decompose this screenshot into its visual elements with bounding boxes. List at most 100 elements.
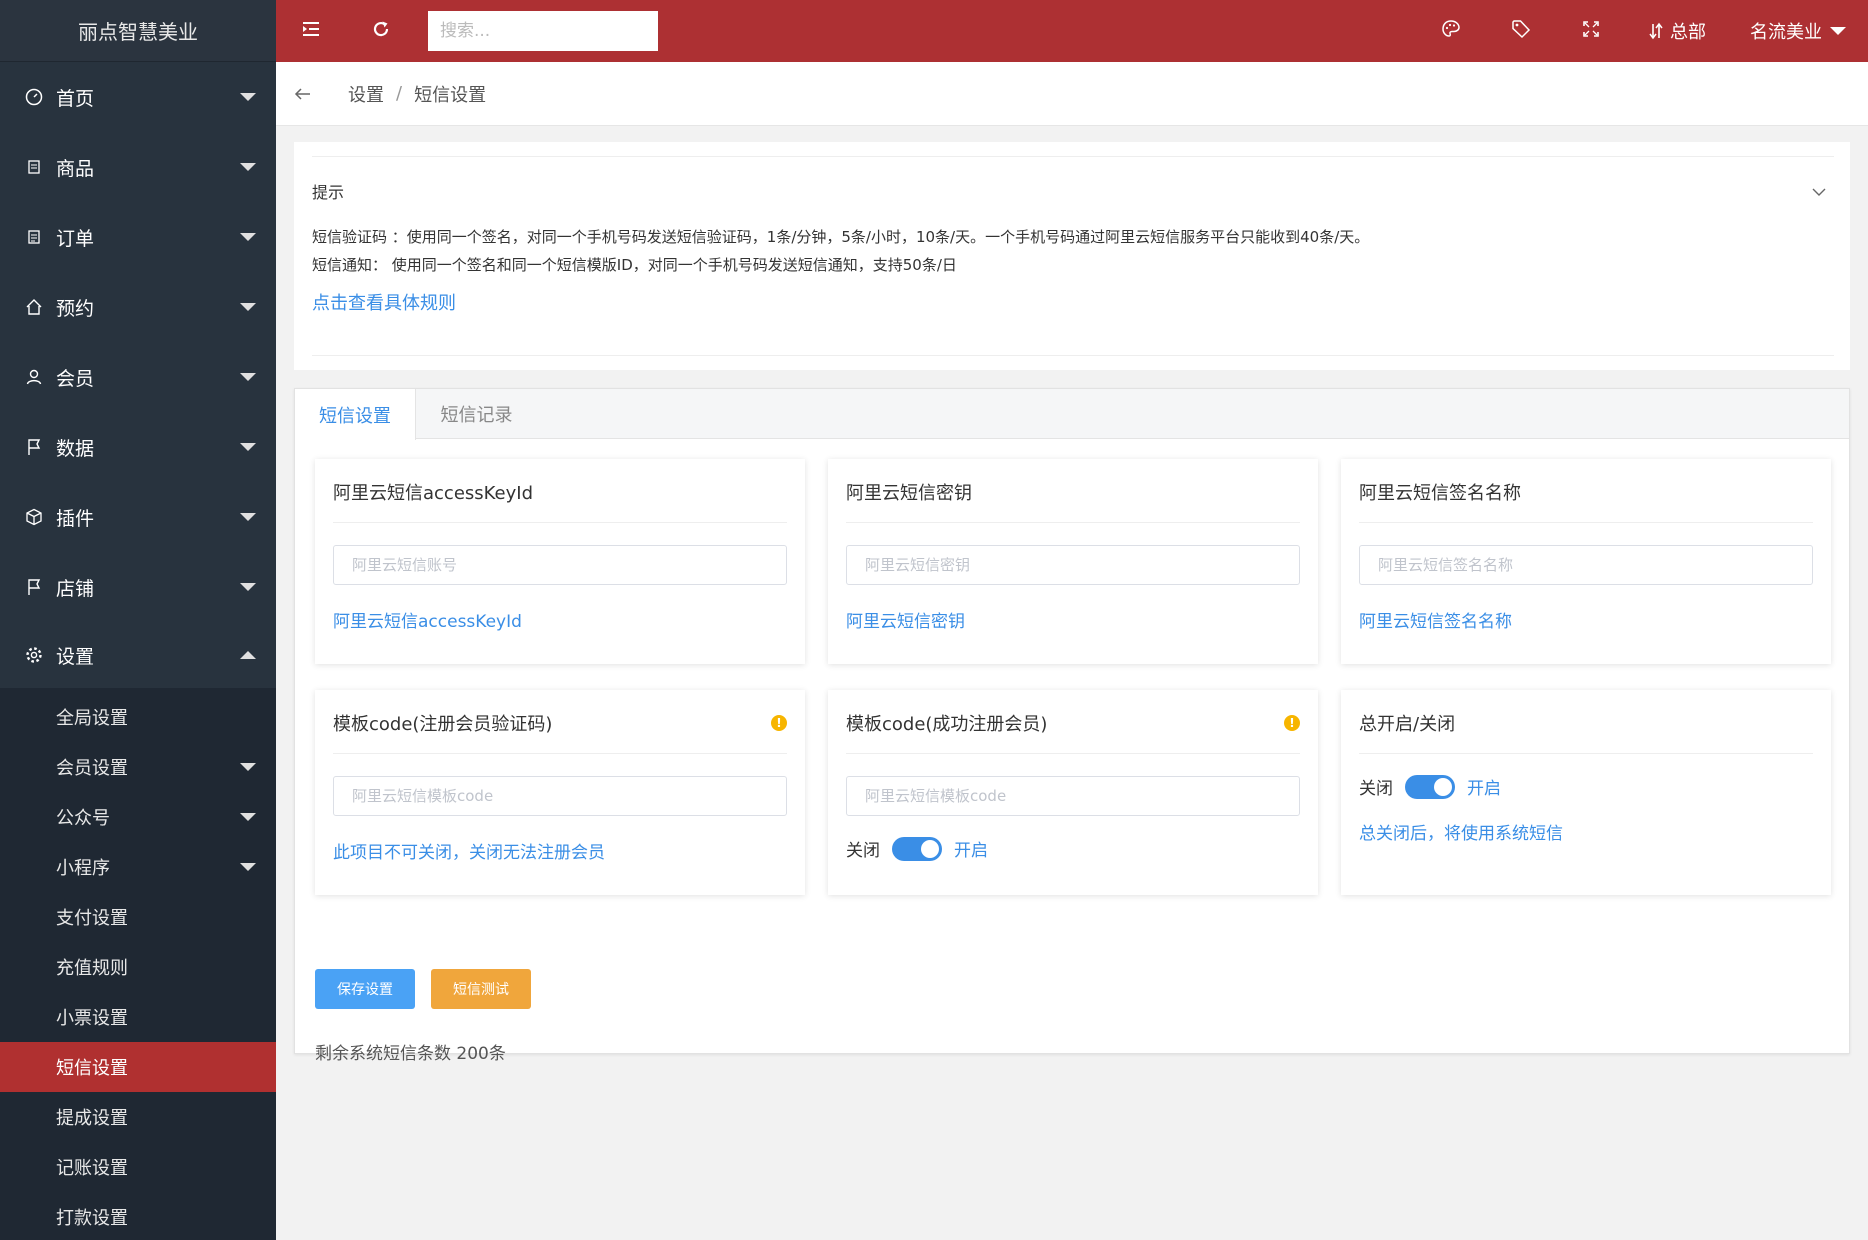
card-title-text: 阿里云短信签名名称 bbox=[1359, 482, 1521, 504]
breadcrumb-item-settings[interactable]: 设置 bbox=[348, 81, 384, 107]
flag-icon bbox=[24, 577, 44, 597]
top-navbar: 总部 名流美业 bbox=[276, 0, 1868, 62]
tab-bar: 短信设置 短信记录 bbox=[295, 389, 1849, 440]
tip-header[interactable]: 提示 bbox=[312, 179, 1834, 203]
sidebar-item-label: 设置 bbox=[56, 645, 95, 668]
card-title: 模板code(注册会员验证码) ! bbox=[333, 690, 787, 754]
document-icon bbox=[24, 157, 44, 177]
topbar-right: 总部 名流美业 bbox=[1416, 0, 1868, 62]
card-hint: 此项目不可关闭，关闭无法注册会员 bbox=[333, 843, 605, 863]
card-hint: 阿里云短信密钥 bbox=[846, 612, 965, 632]
sidebar-subitem-receipt[interactable]: 小票设置 bbox=[0, 992, 276, 1042]
secret-input[interactable] bbox=[846, 545, 1300, 585]
access-key-input[interactable] bbox=[333, 545, 787, 585]
sidebar-item-label: 小程序 bbox=[56, 858, 110, 879]
sidebar-item-home[interactable]: 首页 bbox=[0, 62, 276, 132]
template-success-input[interactable] bbox=[846, 776, 1300, 816]
sidebar-item-members[interactable]: 会员 bbox=[0, 342, 276, 412]
chevron-down-icon bbox=[240, 863, 256, 871]
back-arrow-icon[interactable] bbox=[294, 82, 318, 106]
branch-icon bbox=[1648, 22, 1664, 40]
card-secret: 阿里云短信密钥 阿里云短信密钥 bbox=[828, 459, 1318, 664]
dashboard-icon bbox=[24, 87, 44, 107]
sidebar-item-store[interactable]: 店铺 bbox=[0, 552, 276, 622]
tab-sms-records[interactable]: 短信记录 bbox=[416, 389, 537, 439]
sidebar-item-label: 订单 bbox=[56, 227, 95, 250]
sign-name-input[interactable] bbox=[1359, 545, 1813, 585]
user-menu[interactable]: 名流美业 bbox=[1728, 0, 1868, 62]
template-success-toggle[interactable] bbox=[892, 836, 942, 861]
master-toggle[interactable] bbox=[1405, 774, 1455, 799]
sidebar-subitem-payment[interactable]: 支付设置 bbox=[0, 892, 276, 942]
search-input[interactable] bbox=[428, 11, 658, 51]
sidebar-item-label: 数据 bbox=[56, 437, 95, 460]
theme-button[interactable] bbox=[1416, 0, 1486, 62]
sidebar-item-plugins[interactable]: 插件 bbox=[0, 482, 276, 552]
user-icon bbox=[24, 367, 44, 387]
branch-switcher[interactable]: 总部 bbox=[1626, 0, 1728, 62]
fullscreen-button[interactable] bbox=[1556, 0, 1626, 62]
remaining-sms-count: 剩余系统短信条数 200条 bbox=[315, 1044, 506, 1064]
save-button[interactable]: 保存设置 bbox=[315, 969, 415, 1009]
card-title-text: 总开启/关闭 bbox=[1359, 713, 1456, 735]
card-title-text: 阿里云短信密钥 bbox=[846, 482, 972, 504]
card-title: 模板code(成功注册会员) ! bbox=[846, 690, 1300, 754]
card-title: 阿里云短信accessKeyId bbox=[333, 459, 787, 523]
toggle-knob bbox=[921, 839, 939, 858]
switch-off-label: 关闭 bbox=[846, 841, 880, 861]
card-template-verify: 模板code(注册会员验证码) ! 此项目不可关闭，关闭无法注册会员 bbox=[315, 690, 805, 895]
tab-sms-settings[interactable]: 短信设置 bbox=[295, 389, 416, 440]
tip-title: 提示 bbox=[312, 183, 345, 202]
rules-link[interactable]: 点击查看具体规则 bbox=[312, 289, 456, 315]
chevron-down-icon bbox=[240, 303, 256, 311]
sidebar-item-booking[interactable]: 预约 bbox=[0, 272, 276, 342]
chevron-up-icon bbox=[240, 651, 256, 659]
sidebar-item-label: 提成设置 bbox=[56, 1108, 128, 1129]
sidebar-item-label: 打款设置 bbox=[56, 1208, 128, 1229]
sidebar-item-label: 首页 bbox=[56, 87, 95, 110]
sms-test-button[interactable]: 短信测试 bbox=[431, 969, 531, 1009]
card-master-switch: 总开启/关闭 关闭 开启 总关闭后，将使用系统短信 bbox=[1341, 690, 1831, 895]
sidebar-subitem-commission[interactable]: 提成设置 bbox=[0, 1092, 276, 1142]
sidebar-item-data[interactable]: 数据 bbox=[0, 412, 276, 482]
refresh-button[interactable] bbox=[346, 0, 416, 62]
warning-icon[interactable]: ! bbox=[1284, 714, 1300, 731]
switch-on-label: 开启 bbox=[954, 841, 988, 861]
tip-line-verify: 短信验证码 ：使用同一个签名，对同一个手机号码发送短信验证码，1条/分钟，5条/… bbox=[312, 228, 1370, 246]
clipboard-icon bbox=[24, 227, 44, 247]
sidebar-item-label: 店铺 bbox=[56, 577, 95, 600]
menu-toggle-button[interactable] bbox=[276, 0, 346, 62]
tag-button[interactable] bbox=[1486, 0, 1556, 62]
sidebar-subitem-sms[interactable]: 短信设置 bbox=[0, 1042, 276, 1092]
sidebar-subitem-recharge[interactable]: 充值规则 bbox=[0, 942, 276, 992]
card-template-success: 模板code(成功注册会员) ! 关闭 开启 bbox=[828, 690, 1318, 895]
card-hint: 总关闭后，将使用系统短信 bbox=[1359, 824, 1563, 844]
sidebar-item-goods[interactable]: 商品 bbox=[0, 132, 276, 202]
sidebar-subitem-global[interactable]: 全局设置 bbox=[0, 692, 276, 742]
template-verify-input[interactable] bbox=[333, 776, 787, 816]
sidebar-subitem-official-account[interactable]: 公众号 bbox=[0, 792, 276, 842]
switch-off-label: 关闭 bbox=[1359, 779, 1393, 799]
sidebar-item-label: 商品 bbox=[56, 157, 95, 180]
sidebar-subitem-mini-program[interactable]: 小程序 bbox=[0, 842, 276, 892]
warning-icon[interactable]: ! bbox=[771, 714, 787, 731]
sidebar-subitem-payout[interactable]: 打款设置 bbox=[0, 1192, 276, 1240]
chevron-down-icon bbox=[1812, 182, 1826, 201]
branch-label: 总部 bbox=[1670, 22, 1706, 43]
master-switch-row: 关闭 开启 bbox=[1359, 774, 1813, 799]
brand-logo: 丽点智慧美业 bbox=[0, 0, 276, 62]
tag-icon bbox=[1511, 19, 1531, 43]
sidebar-item-label: 会员 bbox=[56, 367, 95, 390]
breadcrumb-item-current: 短信设置 bbox=[414, 84, 487, 106]
sidebar-subitem-member-settings[interactable]: 会员设置 bbox=[0, 742, 276, 792]
sidebar-item-orders[interactable]: 订单 bbox=[0, 202, 276, 272]
fullscreen-icon bbox=[1582, 20, 1600, 42]
gear-icon bbox=[24, 645, 44, 665]
breadcrumb-separator: / bbox=[396, 83, 403, 104]
sidebar-subitem-bookkeeping[interactable]: 记账设置 bbox=[0, 1142, 276, 1192]
sidebar-item-settings[interactable]: 设置 bbox=[0, 622, 276, 688]
card-title-text: 阿里云短信accessKeyId bbox=[333, 482, 534, 504]
card-access-key: 阿里云短信accessKeyId 阿里云短信accessKeyId bbox=[315, 459, 805, 664]
success-switch-row: 关闭 开启 bbox=[846, 836, 1300, 861]
card-hint: 阿里云短信签名名称 bbox=[1359, 612, 1512, 632]
